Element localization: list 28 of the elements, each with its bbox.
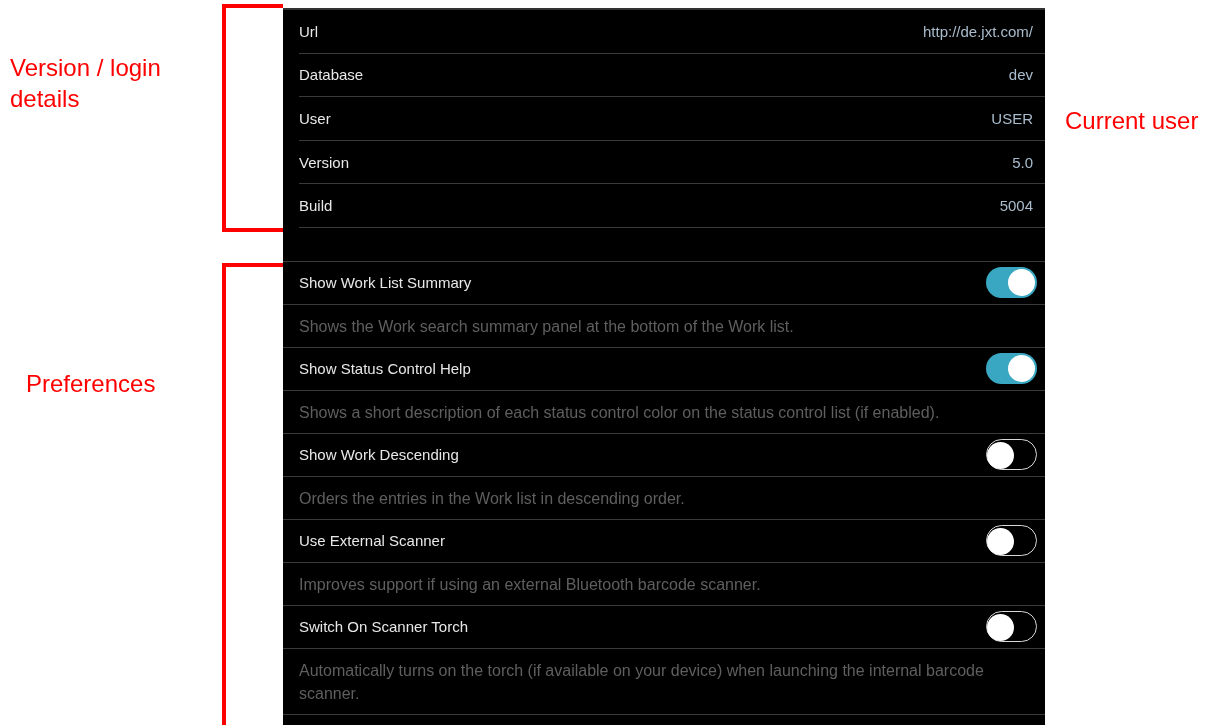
row-label: Database — [299, 66, 364, 84]
preference-description: Orders the entries in the Work list in descending order. — [283, 476, 1045, 520]
preference-description: Automatically turns on the torch (if available on your device) when launching the internal barcode scanner. — [283, 648, 1045, 715]
row-value: 5004 — [999, 197, 1033, 215]
preference-description: Shows a short description of each status control color on the status control list (if enabled). — [283, 390, 1045, 434]
row-value: http://de.jxt.com/ — [922, 22, 1033, 40]
preference-title: Show Work List Summary — [299, 274, 472, 292]
row-value: USER — [991, 110, 1033, 127]
row-value: 5.0 — [1012, 153, 1033, 171]
preference-title: Switch On Scanner Torch — [299, 618, 468, 636]
row-label: User — [299, 110, 331, 127]
row-label: Url — [299, 22, 319, 40]
preference-title: Use External Scanner — [299, 532, 445, 550]
preference-title: Show Work Descending — [299, 446, 459, 464]
annotation-label: Preferences — [26, 369, 156, 399]
annotation-label: Version / login details — [10, 53, 162, 114]
preference-title: Show Status Control Help — [299, 360, 471, 378]
toggle-switch[interactable] — [986, 525, 1037, 557]
annotation-label: Current user — [1065, 106, 1199, 136]
toggle-switch[interactable] — [986, 611, 1037, 643]
toggle-switch[interactable] — [986, 353, 1037, 385]
row-value: dev — [1008, 66, 1033, 84]
toggle-switch[interactable] — [986, 267, 1037, 299]
row-label: Version — [299, 153, 350, 171]
preference-description: Improves support if using an external Bluetooth barcode scanner. — [283, 562, 1045, 606]
toggle-switch[interactable] — [986, 439, 1037, 471]
preference-description: Shows the Work search summary panel at the bottom of the Work list. — [283, 304, 1045, 348]
row-label: Build — [299, 197, 333, 215]
